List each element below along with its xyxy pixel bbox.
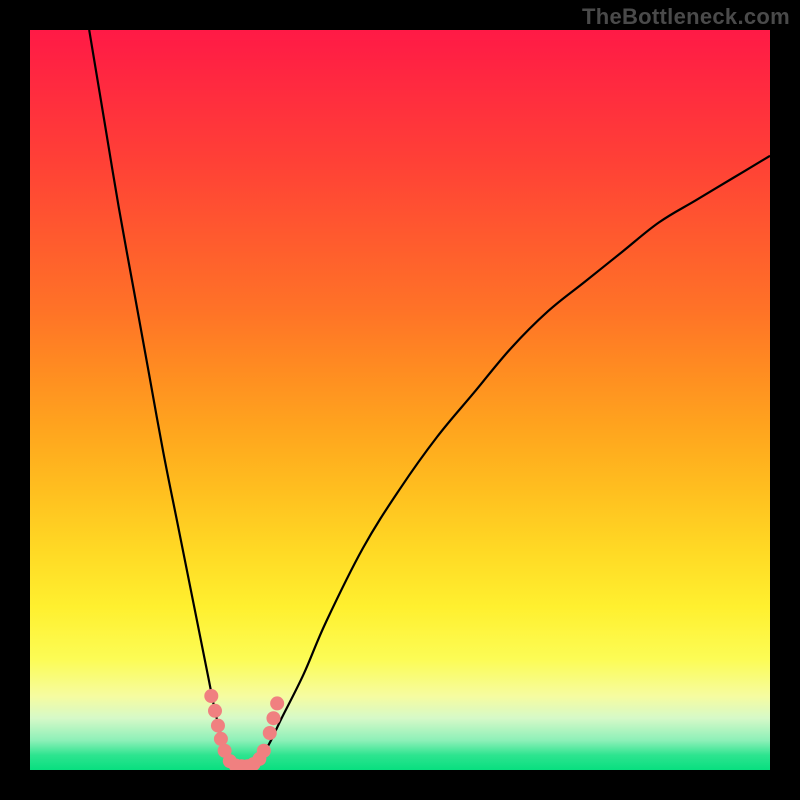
data-marker — [214, 732, 228, 746]
data-marker — [204, 689, 218, 703]
watermark-text: TheBottleneck.com — [582, 4, 790, 30]
chart-frame: TheBottleneck.com — [0, 0, 800, 800]
plot-area — [30, 30, 770, 770]
data-marker — [263, 726, 277, 740]
marker-cluster — [204, 689, 284, 770]
data-marker — [208, 704, 222, 718]
data-marker — [266, 711, 280, 725]
data-marker — [257, 744, 271, 758]
data-marker — [211, 719, 225, 733]
data-marker — [270, 696, 284, 710]
curve-left-branch — [89, 30, 237, 766]
curve-layer — [30, 30, 770, 770]
curve-right-branch — [237, 156, 770, 767]
